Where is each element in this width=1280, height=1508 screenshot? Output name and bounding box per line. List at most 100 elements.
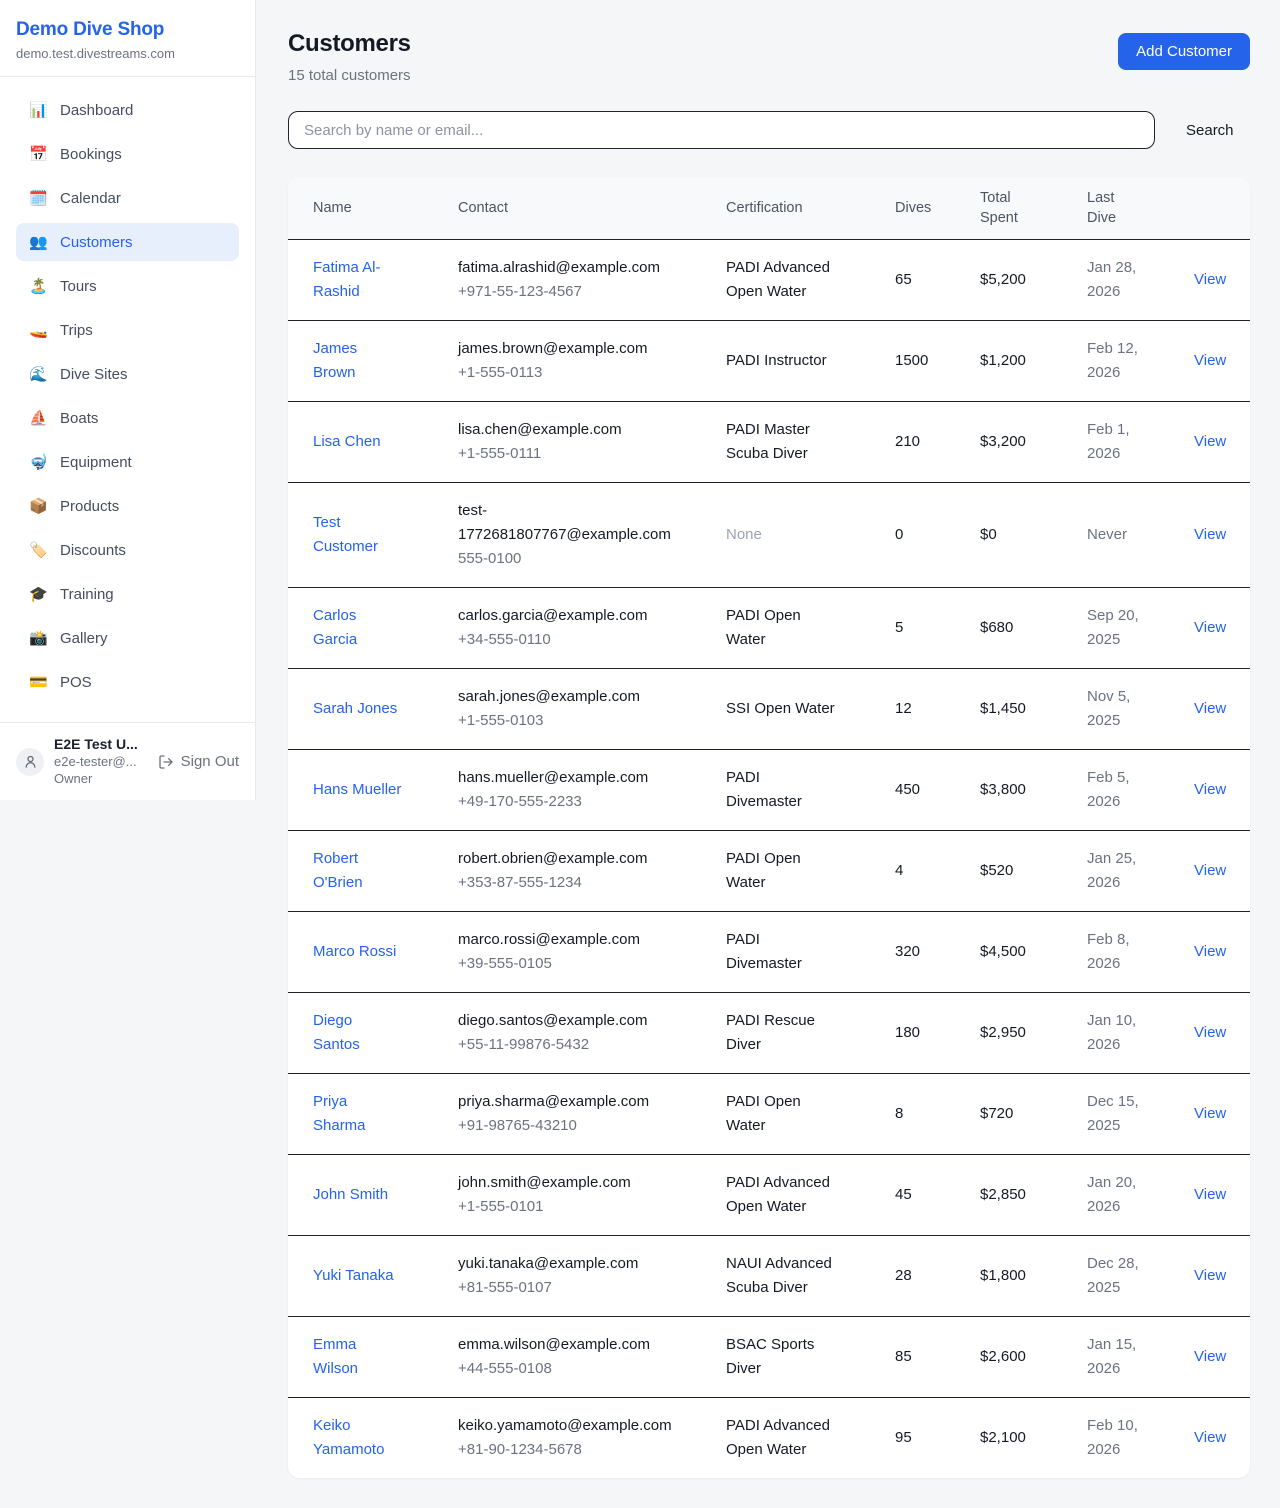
view-customer-link[interactable]: View <box>1194 526 1226 543</box>
sidebar-item-dive-sites[interactable]: 🌊 Dive Sites <box>16 355 239 393</box>
customer-phone: +1-555-0103 <box>458 709 678 733</box>
search-button[interactable]: Search <box>1182 116 1238 145</box>
customer-last-dive: Feb 1, 2026 <box>1087 401 1194 482</box>
sidebar-item-equipment[interactable]: 🤿 Equipment <box>16 443 239 481</box>
customer-total-spent: $5,200 <box>980 239 1087 320</box>
trips-icon: 🚤 <box>29 321 47 339</box>
sidebar-item-gallery[interactable]: 📸 Gallery <box>16 619 239 657</box>
customer-name-link[interactable]: Carlos Garcia <box>313 604 403 652</box>
customer-certification: PADI Open Water <box>726 607 801 648</box>
view-customer-link[interactable]: View <box>1194 1105 1226 1122</box>
person-icon <box>23 754 38 769</box>
customer-email: priya.sharma@example.com <box>458 1090 678 1114</box>
sidebar-item-training[interactable]: 🎓 Training <box>16 575 239 613</box>
view-customer-link[interactable]: View <box>1194 352 1226 369</box>
sign-out-label: Sign Out <box>181 753 239 770</box>
sidebar-item-pos[interactable]: 💳 POS <box>16 663 239 701</box>
customers-table-card: NameContactCertificationDivesTotal Spent… <box>288 177 1250 1478</box>
customer-name-link[interactable]: Hans Mueller <box>313 778 401 802</box>
customer-name-link[interactable]: Sarah Jones <box>313 697 397 721</box>
customer-name-link[interactable]: Emma Wilson <box>313 1333 403 1381</box>
customer-certification: PADI Advanced Open Water <box>726 1174 830 1215</box>
shop-title[interactable]: Demo Dive Shop <box>16 19 239 41</box>
gallery-icon: 📸 <box>29 629 47 647</box>
customer-email: carlos.garcia@example.com <box>458 604 678 628</box>
sidebar-item-products[interactable]: 📦 Products <box>16 487 239 525</box>
customer-dives: 8 <box>895 1073 980 1154</box>
column-header: Dives <box>895 200 931 216</box>
customer-email: james.brown@example.com <box>458 337 678 361</box>
sidebar-item-boats[interactable]: ⛵ Boats <box>16 399 239 437</box>
customer-certification: NAUI Advanced Scuba Diver <box>726 1255 832 1296</box>
sidebar-item-tours[interactable]: 🏝️ Tours <box>16 267 239 305</box>
customer-certification: SSI Open Water <box>726 700 835 717</box>
customer-total-spent: $4,500 <box>980 911 1087 992</box>
customer-total-spent: $1,200 <box>980 320 1087 401</box>
table-row: Hans Mueller hans.mueller@example.com +4… <box>288 749 1250 830</box>
discounts-icon: 🏷️ <box>29 541 47 559</box>
customer-phone: +44-555-0108 <box>458 1357 678 1381</box>
customer-last-dive: Jan 15, 2026 <box>1087 1316 1194 1397</box>
customer-name-link[interactable]: John Smith <box>313 1183 388 1207</box>
view-customer-link[interactable]: View <box>1194 943 1226 960</box>
sidebar-item-bookings[interactable]: 📅 Bookings <box>16 135 239 173</box>
shop-domain: demo.test.divestreams.com <box>16 46 239 61</box>
dashboard-icon: 📊 <box>29 101 47 119</box>
customer-dives: 5 <box>895 587 980 668</box>
view-customer-link[interactable]: View <box>1194 1186 1226 1203</box>
customer-name-link[interactable]: Diego Santos <box>313 1009 403 1057</box>
view-customer-link[interactable]: View <box>1194 1429 1226 1446</box>
products-icon: 📦 <box>29 497 47 515</box>
customer-phone: +1-555-0113 <box>458 361 678 385</box>
customer-dives: 210 <box>895 401 980 482</box>
customer-dives: 1500 <box>895 320 980 401</box>
user-info: E2E Test U... e2e-tester@... Owner <box>54 736 148 787</box>
customer-certification: BSAC Sports Diver <box>726 1336 814 1377</box>
customer-name-link[interactable]: Yuki Tanaka <box>313 1264 394 1288</box>
view-customer-link[interactable]: View <box>1194 433 1226 450</box>
tours-icon: 🏝️ <box>29 277 47 295</box>
table-row: John Smith john.smith@example.com +1-555… <box>288 1154 1250 1235</box>
customer-email: hans.mueller@example.com <box>458 766 678 790</box>
customer-count: 15 total customers <box>288 67 411 84</box>
customer-certification: PADI Open Water <box>726 850 801 891</box>
sidebar-item-trips[interactable]: 🚤 Trips <box>16 311 239 349</box>
customer-dives: 12 <box>895 668 980 749</box>
sidebar: Demo Dive Shop demo.test.divestreams.com… <box>0 0 256 800</box>
customer-name-link[interactable]: Test Customer <box>313 511 403 559</box>
view-customer-link[interactable]: View <box>1194 862 1226 879</box>
view-customer-link[interactable]: View <box>1194 781 1226 798</box>
table-row: James Brown james.brown@example.com +1-5… <box>288 320 1250 401</box>
table-row: Marco Rossi marco.rossi@example.com +39-… <box>288 911 1250 992</box>
customer-name-link[interactable]: Marco Rossi <box>313 940 396 964</box>
customer-name-link[interactable]: Robert O'Brien <box>313 847 403 895</box>
view-customer-link[interactable]: View <box>1194 700 1226 717</box>
sidebar-item-calendar[interactable]: 🗓️ Calendar <box>16 179 239 217</box>
customer-name-link[interactable]: Lisa Chen <box>313 430 381 454</box>
sidebar-item-customers[interactable]: 👥 Customers <box>16 223 239 261</box>
search-input[interactable] <box>288 111 1155 149</box>
add-customer-button[interactable]: Add Customer <box>1118 33 1250 70</box>
customer-phone: +81-555-0107 <box>458 1276 678 1300</box>
view-customer-link[interactable]: View <box>1194 1348 1226 1365</box>
customer-dives: 85 <box>895 1316 980 1397</box>
customer-email: test-1772681807767@example.com <box>458 499 678 547</box>
customer-total-spent: $520 <box>980 830 1087 911</box>
customer-name-link[interactable]: Priya Sharma <box>313 1090 403 1138</box>
view-customer-link[interactable]: View <box>1194 1267 1226 1284</box>
column-header: Last Dive <box>1087 188 1133 228</box>
customer-phone: +1-555-0101 <box>458 1195 678 1219</box>
sign-out-button[interactable]: Sign Out <box>158 753 239 770</box>
sidebar-item-discounts[interactable]: 🏷️ Discounts <box>16 531 239 569</box>
customer-certification: PADI Instructor <box>726 352 827 369</box>
view-customer-link[interactable]: View <box>1194 1024 1226 1041</box>
customer-name-link[interactable]: Keiko Yamamoto <box>313 1414 403 1462</box>
table-row: Keiko Yamamoto keiko.yamamoto@example.co… <box>288 1397 1250 1478</box>
view-customer-link[interactable]: View <box>1194 619 1226 636</box>
customer-name-link[interactable]: James Brown <box>313 337 403 385</box>
customer-dives: 45 <box>895 1154 980 1235</box>
customer-name-link[interactable]: Fatima Al-Rashid <box>313 256 403 304</box>
sidebar-item-dashboard[interactable]: 📊 Dashboard <box>16 91 239 129</box>
boats-icon: ⛵ <box>29 409 47 427</box>
view-customer-link[interactable]: View <box>1194 271 1226 288</box>
